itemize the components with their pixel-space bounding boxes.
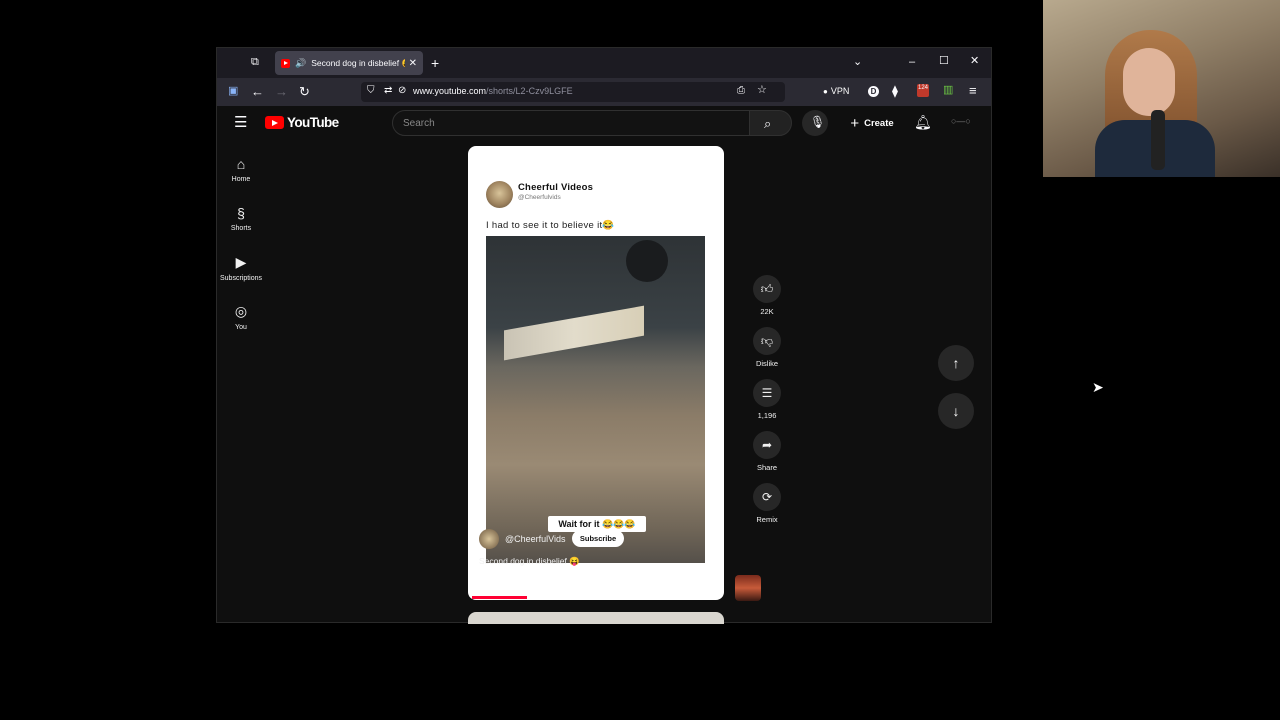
- tab-overview-icon[interactable]: ⧉: [251, 57, 259, 68]
- video-object: [626, 240, 668, 282]
- channel-avatar[interactable]: [479, 529, 499, 549]
- video-roof-edge: [504, 305, 644, 361]
- post-author: Cheerful Videos: [518, 182, 594, 193]
- hamburger-menu-icon[interactable]: ☰: [234, 115, 247, 130]
- remix-icon: ⟳: [753, 483, 781, 511]
- post-caption: I had to see it to believe it😂: [486, 220, 615, 231]
- channel-name[interactable]: @CheerfulVids: [505, 534, 566, 544]
- app-menu-icon[interactable]: ≡: [969, 84, 977, 97]
- comments-button[interactable]: ☰ 1,196: [749, 379, 785, 420]
- webcam-microphone: [1151, 110, 1165, 170]
- tab-list-chevron-down-icon[interactable]: ⌄: [853, 57, 862, 68]
- bookmark-star-icon[interactable]: ☆: [757, 85, 767, 96]
- sound-thumbnail[interactable]: [735, 575, 761, 601]
- sidebar-item-shorts[interactable]: § Shorts: [217, 205, 265, 232]
- microphone-icon: 🎙: [810, 115, 826, 129]
- tab-bar: ⧉ 🔊 Second dog in disbelief 😝 ✕ + ⌄ – ☐ …: [217, 48, 991, 78]
- extension-d-icon[interactable]: D: [868, 86, 879, 97]
- webcam-overlay: [1043, 0, 1280, 177]
- youtube-favicon-icon: [281, 58, 290, 68]
- next-short-button[interactable]: ↓: [938, 393, 974, 429]
- webcam-person-face: [1123, 48, 1175, 116]
- sidebar-item-home[interactable]: ⌂ Home: [217, 156, 265, 183]
- youtube-logo-icon: [265, 116, 284, 129]
- forward-button[interactable]: →: [275, 85, 288, 98]
- plus-icon: +: [850, 114, 860, 132]
- progress-track[interactable]: [468, 596, 724, 599]
- youtube-logo[interactable]: YouTube: [265, 115, 339, 130]
- thumbs-up-icon: 👍︎: [753, 275, 781, 303]
- search-input[interactable]: Search: [392, 110, 750, 136]
- youtube-page: ☰ YouTube Search ⌕ 🎙 + Create 🔔︎ ○—○ ⌂ H…: [217, 106, 991, 624]
- comment-icon: ☰: [753, 379, 781, 407]
- home-icon: ⌂: [236, 156, 246, 172]
- equalizer-icon[interactable]: ▥: [943, 85, 953, 96]
- notifications-bell-icon[interactable]: 🔔︎: [914, 115, 932, 129]
- video-frame[interactable]: Wait for it 😂😂😂: [486, 236, 705, 563]
- navigation-bar: ▣ ← → ↻ ⛉ ⇄ ⊘ www.youtube.com/shorts/L2-…: [217, 78, 991, 106]
- thumbs-down-icon: 👎︎: [753, 327, 781, 355]
- speaker-icon[interactable]: 🔊: [295, 58, 306, 69]
- create-button[interactable]: + Create: [843, 110, 901, 136]
- short-title: Second dog in disbelief 😝: [479, 556, 580, 566]
- search-icon: ⌕: [764, 116, 772, 131]
- remix-button[interactable]: ⟳ Remix: [749, 483, 785, 524]
- shield-icon[interactable]: ⛉: [367, 86, 375, 96]
- share-icon: ➦: [753, 431, 781, 459]
- voice-search-button[interactable]: 🎙: [802, 110, 828, 136]
- autoplay-blocked-icon[interactable]: ⊘: [398, 86, 406, 96]
- ublock-icon[interactable]: 124: [917, 84, 929, 97]
- close-window-button[interactable]: ✕: [970, 56, 979, 67]
- mouse-cursor-icon: ➤: [1092, 379, 1104, 395]
- shorts-icon: §: [237, 205, 245, 221]
- address-bar[interactable]: ⛉ ⇄ ⊘ www.youtube.com/shorts/L2-Czv9LGFE…: [361, 82, 785, 102]
- vpn-icon: ●: [823, 86, 828, 96]
- search-button[interactable]: ⌕: [749, 110, 792, 136]
- like-button[interactable]: 👍︎ 22K: [749, 275, 785, 316]
- share-button[interactable]: ➦ Share: [749, 431, 785, 472]
- browser-window: ⧉ 🔊 Second dog in disbelief 😝 ✕ + ⌄ – ☐ …: [216, 47, 992, 624]
- browser-tab-active[interactable]: 🔊 Second dog in disbelief 😝 ✕: [275, 51, 423, 75]
- arrow-down-icon: ↓: [952, 403, 960, 419]
- url-text[interactable]: www.youtube.com/shorts/L2-Czv9LGFE: [413, 86, 573, 96]
- subscribe-button[interactable]: Subscribe: [572, 530, 624, 547]
- subscriptions-icon: ▶︎: [235, 254, 247, 270]
- back-button[interactable]: ←: [251, 85, 264, 98]
- permissions-icon[interactable]: ⇄: [384, 86, 392, 96]
- arrow-up-icon: ↑: [952, 355, 960, 371]
- maximize-button[interactable]: ☐: [939, 56, 949, 67]
- progress-fill: [472, 596, 527, 599]
- dislike-button[interactable]: 👎︎ Dislike: [749, 327, 785, 368]
- close-tab-icon[interactable]: ✕: [409, 58, 417, 69]
- avatar-loading-icon[interactable]: ○—○: [951, 117, 971, 126]
- reader-view-icon[interactable]: ⎙: [737, 86, 745, 96]
- vpn-button[interactable]: ● VPN: [823, 86, 849, 96]
- shorts-player[interactable]: Cheerful Videos @Cheerfulvids I had to s…: [468, 146, 724, 600]
- sidebar-toggle-icon[interactable]: ▣: [228, 86, 238, 97]
- previous-short-button[interactable]: ↑: [938, 345, 974, 381]
- post-handle: @Cheerfulvids: [518, 194, 561, 201]
- tab-title: Second dog in disbelief 😝: [311, 57, 405, 68]
- next-short-preview[interactable]: [468, 612, 724, 624]
- reload-button[interactable]: ↻: [299, 85, 310, 98]
- post-avatar: [486, 181, 513, 208]
- user-icon: ◎: [234, 303, 248, 319]
- sidebar-item-subscriptions[interactable]: ▶︎ Subscriptions: [217, 254, 265, 282]
- sidebar-item-you[interactable]: ◎ You: [217, 303, 265, 331]
- new-tab-button[interactable]: +: [431, 56, 439, 70]
- extensions-puzzle-icon[interactable]: ⧫: [892, 85, 898, 97]
- minimize-button[interactable]: –: [909, 57, 915, 68]
